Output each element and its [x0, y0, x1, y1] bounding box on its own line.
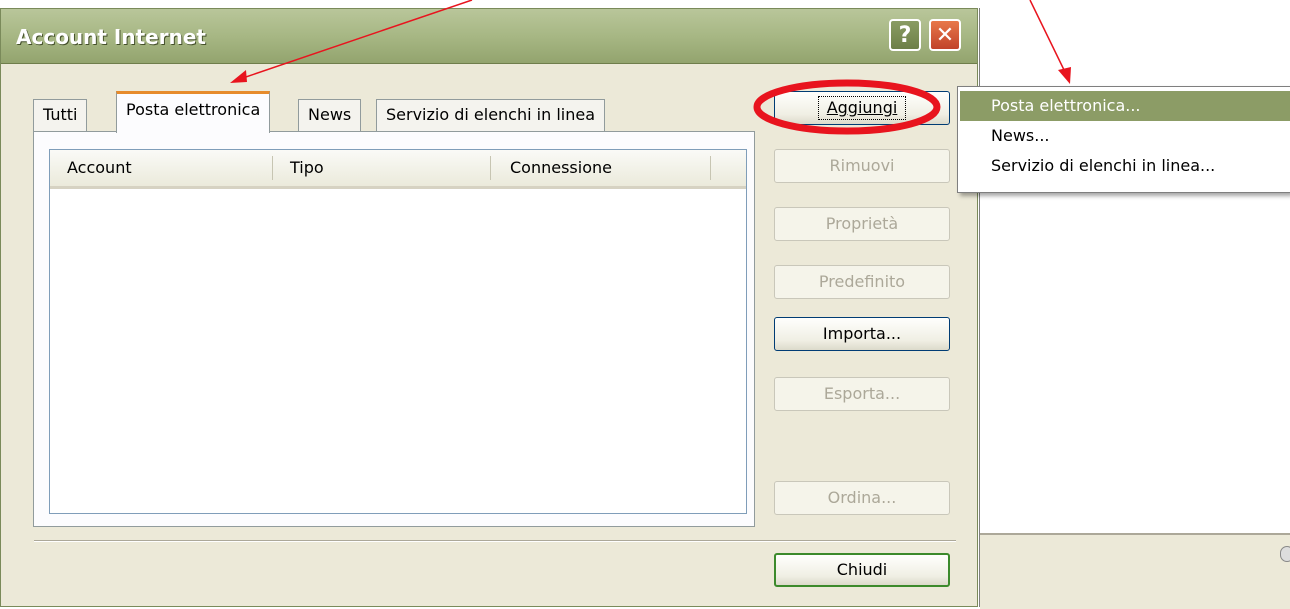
tab-servizio-elenchi[interactable]: Servizio di elenchi in linea	[376, 99, 605, 131]
background-window-bottom	[980, 533, 1290, 609]
close-window-button[interactable]: ✕	[929, 19, 961, 51]
add-button-label: Aggiungi	[817, 96, 907, 120]
partial-icon	[1280, 546, 1290, 562]
account-internet-dialog: Account Internet ? ✕ Tutti Posta elettro…	[0, 8, 978, 607]
window-title: Account Internet	[16, 25, 206, 49]
menu-item-posta-elettronica[interactable]: Posta elettronica...	[960, 91, 1290, 121]
tab-panel: Account Tipo Connessione	[33, 131, 755, 527]
export-button[interactable]: Esporta...	[774, 377, 950, 411]
close-icon: ✕	[935, 22, 955, 48]
tab-posta-elettronica[interactable]: Posta elettronica	[116, 91, 271, 133]
set-default-button[interactable]: Predefinito	[774, 265, 950, 299]
menu-item-servizio-elenchi[interactable]: Servizio di elenchi in linea...	[960, 151, 1290, 181]
column-divider[interactable]	[272, 156, 273, 180]
column-divider[interactable]	[490, 156, 491, 180]
column-divider[interactable]	[710, 156, 711, 180]
add-button[interactable]: Aggiungi	[774, 91, 950, 125]
help-button[interactable]: ?	[889, 19, 921, 51]
tab-news[interactable]: News	[298, 99, 362, 131]
import-button[interactable]: Importa...	[774, 317, 950, 351]
column-tipo[interactable]: Tipo	[290, 150, 324, 186]
close-button[interactable]: Chiudi	[774, 553, 950, 587]
add-account-menu: Posta elettronica... News... Servizio di…	[957, 86, 1290, 193]
dialog-divider	[34, 540, 956, 542]
help-icon: ?	[898, 22, 912, 48]
order-button[interactable]: Ordina...	[774, 481, 950, 515]
accounts-list[interactable]: Account Tipo Connessione	[49, 149, 747, 514]
properties-button[interactable]: Proprietà	[774, 207, 950, 241]
list-header: Account Tipo Connessione	[50, 150, 746, 189]
title-bar[interactable]: Account Internet ? ✕	[1, 9, 977, 64]
remove-button[interactable]: Rimuovi	[774, 149, 950, 183]
column-connessione[interactable]: Connessione	[510, 150, 612, 186]
column-account[interactable]: Account	[67, 150, 132, 186]
tab-tutti[interactable]: Tutti	[33, 99, 88, 131]
menu-item-news[interactable]: News...	[960, 121, 1290, 151]
